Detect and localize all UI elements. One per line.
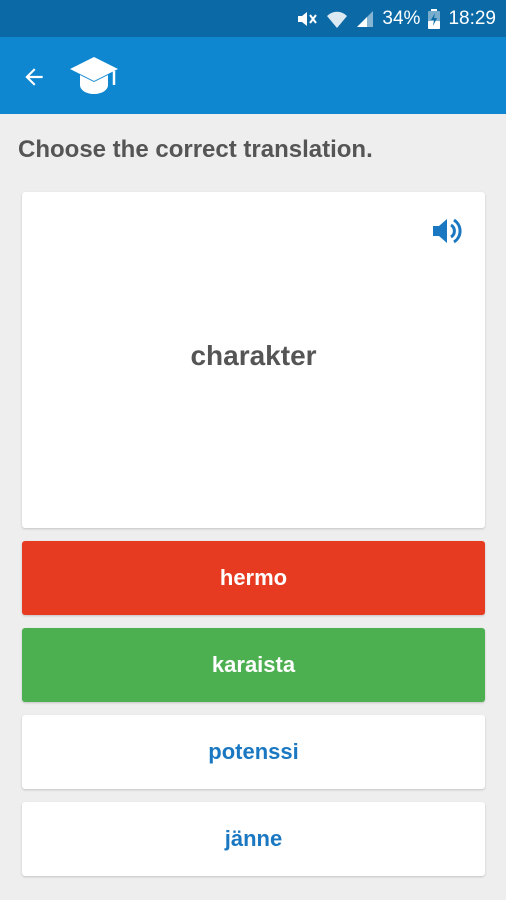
speaker-icon — [433, 218, 462, 244]
answer-option-wrong[interactable]: hermo — [22, 541, 485, 615]
graduation-cap-icon — [68, 55, 120, 97]
back-button[interactable] — [16, 59, 52, 95]
app-bar — [0, 37, 506, 114]
clock: 18:29 — [448, 7, 496, 29]
answer-option[interactable]: jänne — [22, 802, 485, 876]
answer-option[interactable]: potenssi — [22, 715, 485, 789]
word-card: charakter — [22, 192, 485, 528]
mute-icon — [296, 9, 318, 29]
quiz-prompt: Choose the correct translation. — [18, 136, 373, 163]
wifi-icon — [326, 9, 348, 29]
speaker-button[interactable] — [431, 216, 463, 246]
battery-percent: 34% — [382, 7, 421, 29]
quiz-word: charakter — [190, 340, 317, 371]
signal-icon — [356, 10, 374, 28]
arrow-back-icon — [25, 68, 43, 86]
answer-option-correct[interactable]: karaista — [22, 628, 485, 702]
battery-icon — [428, 8, 441, 29]
status-bar: 34% 18:29 — [0, 0, 506, 37]
